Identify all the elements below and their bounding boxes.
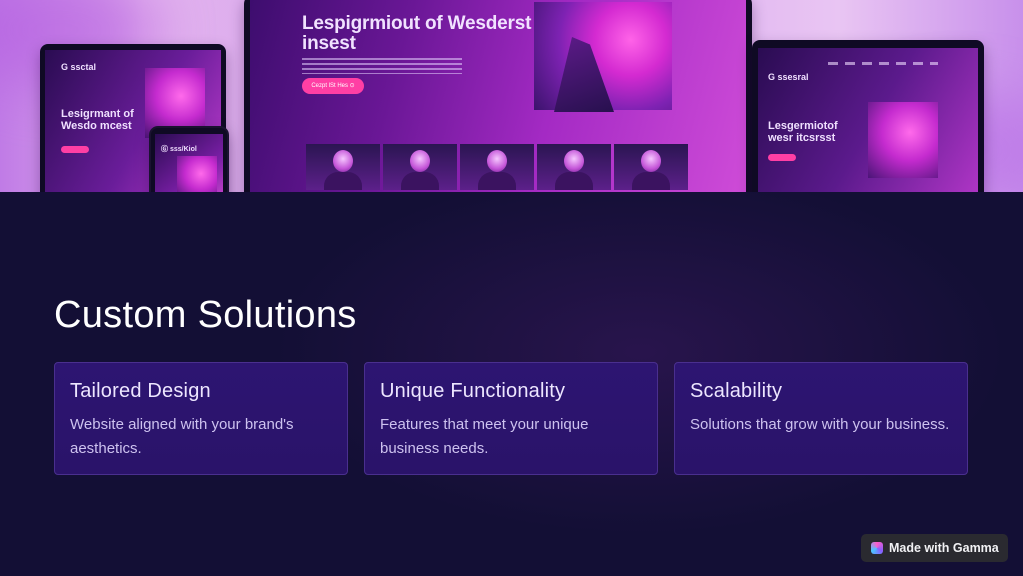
thumbnail: [306, 144, 380, 190]
laptop-brand: G ssesral: [768, 72, 809, 82]
card-title: Scalability: [690, 380, 783, 402]
page-title: Custom Solutions: [54, 294, 357, 336]
laptop-mockup: G ssesral Lesgermiotof wesr itcsrsst: [752, 40, 984, 192]
phone-brand: Ⓖ sss/Kiol: [161, 146, 197, 153]
hero-title: Lespigrmiout of Wesderst insest: [302, 13, 532, 54]
monitor-mockup: Lespigrmiout of Wesderst insest Cezpt lS…: [244, 0, 752, 192]
solution-cards: Tailored Design Website aligned with you…: [54, 362, 968, 475]
card-text: Website aligned with your brand's aesthe…: [70, 416, 294, 457]
made-with-gamma-button[interactable]: Made with Gamma: [861, 534, 1008, 562]
hero-image: G ssctal Lesigrmant of Wesdo mcest Ⓖ sss…: [0, 0, 1023, 192]
laptop-nav: [828, 62, 938, 65]
laptop-screen: G ssesral Lesgermiotof wesr itcsrsst: [758, 48, 978, 192]
card-text: Features that meet your unique business …: [380, 416, 589, 457]
card-tailored-design: Tailored Design Website aligned with you…: [54, 362, 348, 475]
thumbnail: [460, 144, 534, 190]
laptop-art: [868, 102, 938, 178]
card-unique-functionality: Unique Functionality Features that meet …: [364, 362, 658, 475]
tablet-cta: [61, 146, 89, 153]
phone-screen: Ⓖ sss/Kiol: [155, 134, 223, 192]
card-scalability: Scalability Solutions that grow with you…: [674, 362, 968, 475]
tablet-title: Lesigrmant of Wesdo mcest: [61, 108, 134, 132]
badge-label: Made with Gamma: [889, 541, 999, 555]
hero-art: [534, 2, 672, 110]
thumbnail: [614, 144, 688, 190]
hero-subtitle-lines: [302, 58, 462, 74]
tablet-brand: G ssctal: [61, 62, 97, 72]
monitor-screen: Lespigrmiout of Wesderst insest Cezpt lS…: [250, 0, 746, 192]
card-title: Unique Functionality: [380, 380, 566, 402]
phone-mockup: Ⓖ sss/Kiol: [149, 126, 229, 192]
thumbnail: [383, 144, 457, 190]
thumbnail: [537, 144, 611, 190]
hero-cta-button: Cezpt lSt Hes ⊙: [302, 78, 364, 94]
card-text: Solutions that grow with your business.: [690, 416, 950, 433]
hero-thumbnails: [306, 144, 688, 190]
laptop-cta: [768, 154, 796, 161]
laptop-title: Lesgermiotof wesr itcsrsst: [768, 120, 838, 144]
card-title: Tailored Design: [70, 380, 211, 402]
phone-art: [177, 156, 217, 192]
gamma-logo-icon: [871, 542, 883, 554]
